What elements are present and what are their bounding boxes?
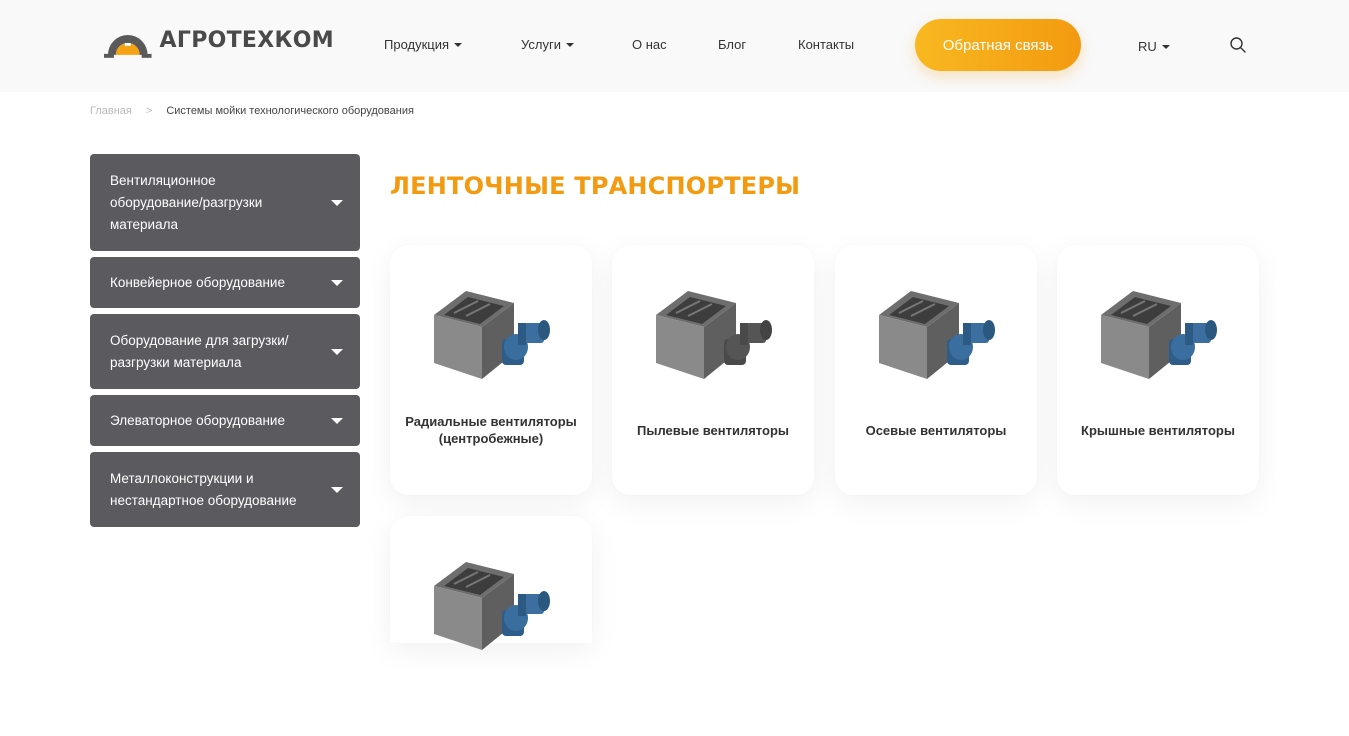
product-card[interactable]: Радиальные вентиляторы (центробежные) (390, 245, 592, 495)
chevron-down-icon[interactable] (331, 279, 343, 286)
brand-name: АГРОТЕХКОМ (159, 27, 334, 53)
product-card-title: Пылевые вентиляторы (637, 422, 789, 438)
category-sidebar: Вентиляционное оборудование/разгрузки ма… (90, 154, 360, 533)
sidebar-item-metal[interactable]: Металлоконструкции и нестандартное обору… (90, 452, 360, 527)
sidebar-item-label: Элеваторное оборудование (110, 412, 285, 428)
chevron-down-icon[interactable] (331, 199, 343, 206)
caret-down-icon (454, 42, 463, 47)
logo[interactable]: АГРОТЕХКОМ (104, 20, 334, 60)
language-label: RU (1138, 39, 1157, 54)
nav-label: О нас (632, 37, 667, 52)
nav-item-blog[interactable]: Блог (718, 37, 746, 52)
language-selector[interactable]: RU (1138, 39, 1170, 54)
chevron-down-icon[interactable] (331, 348, 343, 355)
search-icon[interactable] (1229, 36, 1247, 54)
airlock-feeder-image (434, 291, 550, 379)
breadcrumb-home-link[interactable]: Главная (90, 105, 132, 117)
sidebar-item-elevator[interactable]: Элеваторное оборудование (90, 395, 360, 446)
sidebar-item-loading[interactable]: Оборудование для загрузки/разгрузки мате… (90, 314, 360, 389)
product-card-title: Осевые вентиляторы (865, 422, 1007, 438)
airlock-feeder-image (434, 562, 550, 650)
logo-icon (104, 35, 152, 58)
caret-down-icon (1161, 44, 1170, 49)
product-card[interactable]: Пылевые вентиляторы (612, 245, 814, 495)
airlock-feeder-image (879, 291, 995, 379)
nav-item-products[interactable]: Продукция (384, 37, 463, 52)
product-card-title: Крышные вентиляторы (1081, 422, 1235, 438)
product-card-title (400, 666, 582, 736)
product-card[interactable] (390, 516, 592, 650)
breadcrumb-current: Системы мойки технологического оборудова… (166, 105, 414, 117)
nav-item-about[interactable]: О нас (632, 37, 667, 52)
sidebar-item-label: Оборудование для загрузки/разгрузки мате… (110, 332, 289, 370)
product-card[interactable]: Осевые вентиляторы (835, 245, 1037, 495)
breadcrumb: Главная > Системы мойки технологического… (90, 105, 414, 117)
product-card[interactable]: Крышные вентиляторы (1057, 245, 1259, 495)
nav-label: Контакты (798, 37, 855, 52)
airlock-feeder-image (1101, 291, 1217, 379)
product-card-title: Радиальные вентиляторы (центробежные) (405, 414, 577, 446)
site-header: АГРОТЕХКОМ Продукция Услуги О нас Блог К… (0, 0, 1349, 92)
nav-label: Блог (718, 37, 747, 52)
sidebar-item-label: Конвейерное оборудование (110, 274, 285, 290)
nav-item-contacts[interactable]: Контакты (798, 37, 854, 52)
nav-label: Продукция (384, 37, 450, 52)
feedback-button[interactable]: Обратная связь (915, 19, 1081, 71)
sidebar-item-conveyor[interactable]: Конвейерное оборудование (90, 257, 360, 308)
sidebar-item-label: Вентиляционное оборудование/разгрузки ма… (110, 172, 263, 232)
page-title: ЛЕНТОЧНЫЕ ТРАНСПОРТЕРЫ (390, 172, 801, 200)
airlock-feeder-image (656, 291, 772, 379)
nav-label: Услуги (521, 37, 561, 52)
breadcrumb-separator: > (145, 105, 153, 117)
caret-down-icon (565, 42, 574, 47)
nav-item-services[interactable]: Услуги (521, 37, 574, 52)
chevron-down-icon[interactable] (331, 486, 343, 493)
chevron-down-icon[interactable] (331, 417, 343, 424)
sidebar-item-label: Металлоконструкции и нестандартное обору… (110, 470, 297, 508)
sidebar-item-ventilation[interactable]: Вентиляционное оборудование/разгрузки ма… (90, 154, 360, 251)
